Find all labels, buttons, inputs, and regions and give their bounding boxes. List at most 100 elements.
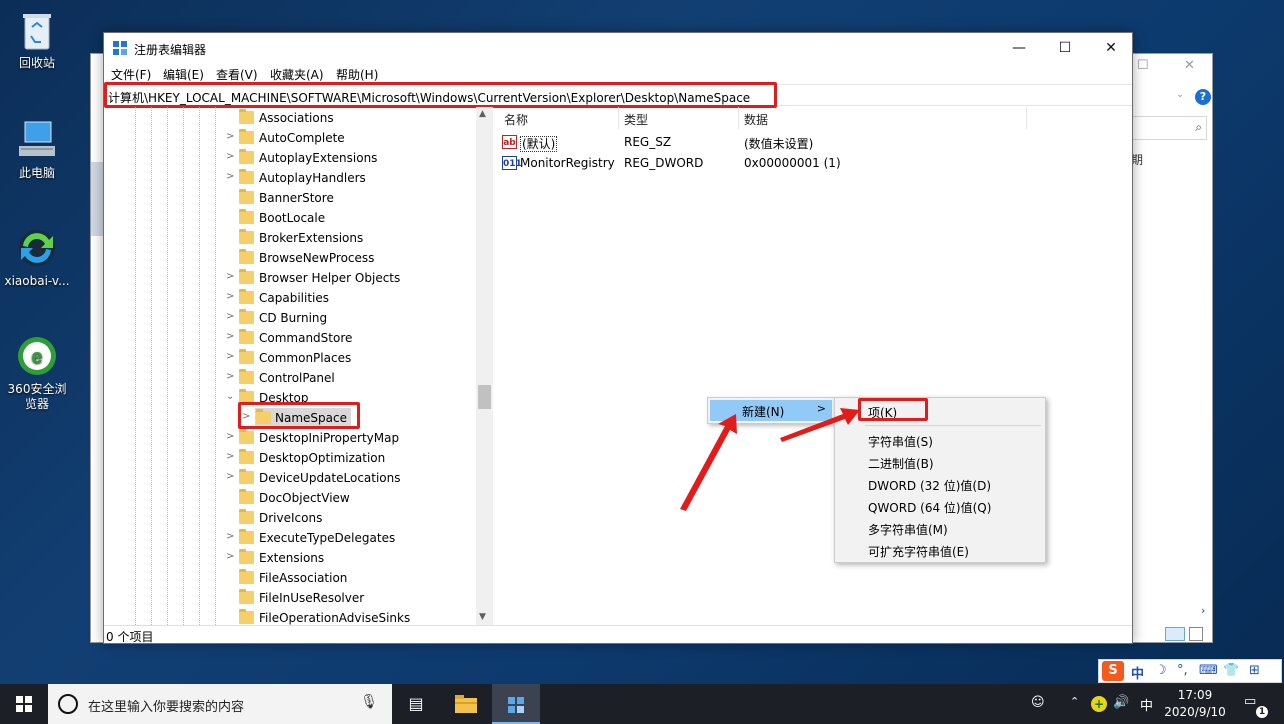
tree-item[interactable]: > DesktopIniPropertyMap — [106, 428, 476, 448]
tree-item[interactable]: > DesktopOptimization — [106, 448, 476, 468]
microphone-icon[interactable]: 🎙 — [360, 694, 378, 710]
tree-item[interactable]: > ExecuteTypeDelegates — [106, 528, 476, 548]
submenu-item-string[interactable]: 字符串值(S) — [868, 433, 933, 450]
tree-item[interactable]: > Browser Helper Objects — [106, 268, 476, 288]
clock[interactable]: 17:09 2020/9/10 — [1160, 687, 1230, 721]
scroll-down-icon[interactable]: ▼ — [479, 612, 486, 622]
tree-scrollbar[interactable]: ▲ ▼ — [476, 107, 493, 625]
column-separator[interactable] — [738, 107, 739, 129]
expand-chevron-icon[interactable]: > — [226, 131, 236, 142]
expand-chevron-icon[interactable]: > — [226, 551, 236, 562]
expand-chevron-icon[interactable]: > — [226, 291, 236, 302]
column-data-header[interactable]: 数据 — [744, 111, 768, 128]
notification-icon[interactable]: ▭ — [1244, 694, 1256, 709]
submenu-item-binary[interactable]: 二进制值(B) — [868, 455, 934, 472]
value-row-monitorregistry[interactable]: 011 MonitorRegistry REG_DWORD 0x00000001… — [496, 153, 1096, 174]
tree-item[interactable]: FileAssociation — [106, 568, 476, 588]
tree-item[interactable]: FileOperationAdviseSinks — [106, 608, 476, 625]
expand-chevron-icon[interactable]: > — [226, 431, 236, 442]
moon-icon[interactable]: ☽ — [1155, 663, 1167, 678]
collapse-chevron-icon[interactable]: ⌄ — [226, 391, 236, 402]
menu-favorites[interactable]: 收藏夹(A) — [270, 66, 324, 83]
task-view-button[interactable]: ▤ — [392, 684, 440, 724]
expand-chevron-icon[interactable]: > — [226, 471, 236, 482]
value-row-default[interactable]: ab (默认) REG_SZ (数值未设置) — [496, 132, 1096, 153]
tree-item[interactable]: DriveIcons — [106, 508, 476, 528]
column-type-header[interactable]: 类型 — [624, 111, 648, 128]
tree-item[interactable]: FileInUseResolver — [106, 588, 476, 608]
tree-item[interactable]: > DeviceUpdateLocations — [106, 468, 476, 488]
tree-item[interactable]: Associations — [106, 108, 476, 128]
column-name-header[interactable]: 名称 — [504, 111, 528, 128]
tree-item[interactable]: > AutoComplete — [106, 128, 476, 148]
tree-item[interactable]: > CommonPlaces — [106, 348, 476, 368]
tiles-view-icon[interactable] — [1189, 627, 1203, 641]
tree-item[interactable]: BootLocale — [106, 208, 476, 228]
expand-chevron-icon[interactable]: > — [226, 271, 236, 282]
expand-chevron-icon[interactable]: > — [226, 371, 236, 382]
details-view-icon[interactable] — [1165, 627, 1185, 641]
scrollbar-thumb[interactable] — [478, 385, 491, 409]
tree-item[interactable]: > CommandStore — [106, 328, 476, 348]
title-bar[interactable]: 注册表编辑器 — ☐ ✕ — [104, 33, 1132, 63]
close-button[interactable]: ✕ — [1088, 33, 1134, 63]
tree-item[interactable]: > CD Burning — [106, 308, 476, 328]
punctuation-icon[interactable]: °, — [1177, 663, 1188, 678]
menu-view[interactable]: 查看(V) — [216, 66, 258, 83]
help-icon[interactable]: ? — [1195, 89, 1211, 105]
bg-view-buttons[interactable] — [1163, 626, 1211, 642]
file-explorer-button[interactable] — [442, 684, 490, 724]
tree-item[interactable]: > ControlPanel — [106, 368, 476, 388]
regedit-taskbar-button[interactable] — [492, 684, 540, 724]
tree-item[interactable]: BannerStore — [106, 188, 476, 208]
scroll-up-icon[interactable]: ▲ — [479, 109, 486, 119]
tree-item[interactable]: > AutoplayExtensions — [106, 148, 476, 168]
expand-chevron-icon[interactable]: > — [226, 451, 236, 462]
tree-item[interactable]: BrowseNewProcess — [106, 248, 476, 268]
desktop-icon-360-browser[interactable]: e 360安全浏览器 — [2, 334, 72, 412]
submenu-item-qword[interactable]: QWORD (64 位)值(Q) — [868, 499, 991, 516]
keyboard-icon[interactable]: ⌨ — [1199, 663, 1218, 678]
start-button[interactable] — [0, 684, 48, 724]
menu-edit[interactable]: 编辑(E) — [163, 66, 204, 83]
tree-item[interactable]: > Extensions — [106, 548, 476, 568]
maximize-button[interactable]: ☐ — [1042, 33, 1088, 63]
bg-search-box[interactable]: ⌕ — [1127, 116, 1207, 140]
people-icon[interactable]: ☺ — [1031, 695, 1045, 710]
desktop-icon-recycle-bin[interactable]: 回收站 — [2, 8, 72, 71]
volume-icon[interactable]: 🔊 — [1113, 695, 1129, 710]
ime-toolbar[interactable]: S 中 ☽ °, ⌨ 👕 ⊞ — [1098, 659, 1282, 683]
taskbar-search[interactable]: 在这里输入你要搜索的内容 🎙 — [48, 684, 392, 724]
bg-close-icon[interactable]: ✕ — [1184, 58, 1195, 73]
expand-chevron-icon[interactable]: > — [226, 531, 236, 542]
desktop-icon-this-pc[interactable]: 此电脑 — [2, 118, 72, 181]
expand-chevron-icon[interactable]: > — [226, 311, 236, 322]
submenu-item-dword[interactable]: DWORD (32 位)值(D) — [868, 477, 991, 494]
column-separator[interactable] — [618, 107, 619, 129]
menu-file[interactable]: 文件(F) — [111, 66, 151, 83]
tree-item[interactable]: BrokerExtensions — [106, 228, 476, 248]
skin-icon[interactable]: 👕 — [1223, 663, 1239, 678]
tray-app-icon[interactable]: + — [1091, 696, 1107, 712]
tree-item[interactable]: > Capabilities — [106, 288, 476, 308]
expand-chevron-icon[interactable]: > — [226, 331, 236, 342]
tree-item[interactable]: DocObjectView — [106, 488, 476, 508]
desktop-icon-xiaobai[interactable]: xiaobai-v... — [2, 226, 72, 289]
bg-scroll-right-icon[interactable]: › — [1201, 604, 1205, 617]
bg-chevron-down-icon[interactable]: ⌄ — [1176, 89, 1184, 100]
submenu-item-multi-string[interactable]: 多字符串值(M) — [868, 521, 948, 538]
tree-item[interactable]: > AutoplayHandlers — [106, 168, 476, 188]
submenu-item-expandable-string[interactable]: 可扩充字符串值(E) — [868, 543, 969, 560]
minimize-button[interactable]: — — [996, 33, 1042, 63]
expand-chevron-icon[interactable]: > — [226, 151, 236, 162]
expand-chevron-icon[interactable]: > — [226, 171, 236, 182]
toolbox-icon[interactable]: ⊞ — [1249, 663, 1260, 678]
expand-chevron-icon[interactable]: > — [226, 351, 236, 362]
ime-language-indicator[interactable]: 中 — [1140, 695, 1153, 714]
menu-item-new[interactable]: 新建(N) > — [710, 400, 832, 421]
ime-mode[interactable]: 中 — [1131, 663, 1144, 682]
chevron-up-icon[interactable]: ⌃ — [1070, 695, 1079, 708]
column-separator[interactable] — [1026, 107, 1027, 129]
bg-maximize-icon[interactable]: ☐ — [1137, 58, 1149, 73]
menu-help[interactable]: 帮助(H) — [336, 66, 378, 83]
